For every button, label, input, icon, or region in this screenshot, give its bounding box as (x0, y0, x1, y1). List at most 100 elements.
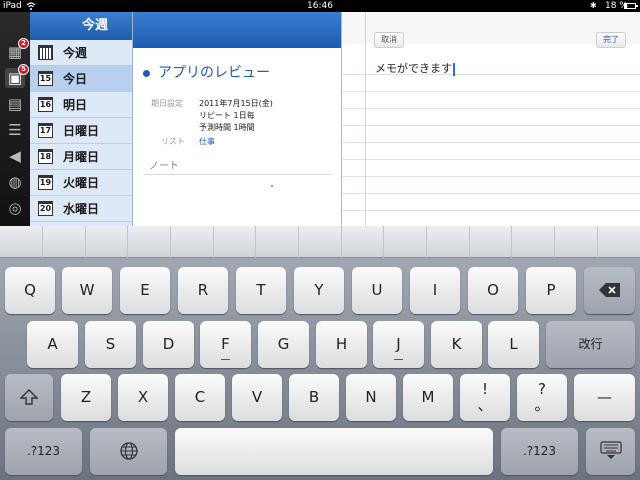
key-t[interactable]: T (236, 267, 286, 314)
task-detail-panel: アプリのレビュー 期日設定 2011年7月15日(金) リピート 1日毎 予測時… (133, 12, 341, 226)
compass-icon[interactable]: ◎ (5, 198, 25, 218)
day-label: 月曜日 (63, 150, 100, 164)
calendar-icon: 15 (38, 71, 53, 86)
return-key[interactable]: 改行 (546, 321, 635, 368)
key-u[interactable]: U (352, 267, 402, 314)
backspace-icon (598, 283, 620, 297)
status-bar: iPad 16:46 ✱ 18 % (0, 0, 640, 12)
day-label: 火曜日 (63, 176, 100, 190)
nav-rail: ▦ 2 ▣ 5 ▤ ☰ ◀ ◍ ◎ (0, 12, 30, 226)
done-button[interactable]: 完了 (596, 32, 626, 48)
key-bottom-label: 、 (477, 396, 493, 414)
key-p[interactable]: P (526, 267, 576, 314)
day-item-monday[interactable]: 18 月曜日 (30, 144, 132, 170)
calendar-icon[interactable]: ▤ (5, 94, 25, 114)
calendar-icon: 18 (38, 149, 53, 164)
day-item-wednesday[interactable]: 20 水曜日 (30, 196, 132, 222)
keyboard: Q W E R T Y U I O P A S D F G H J K L 改行… (0, 226, 640, 480)
key-s[interactable]: S (85, 321, 136, 368)
key-question[interactable]: ? 。 (517, 374, 567, 421)
shift-key[interactable] (5, 374, 53, 421)
memo-textarea[interactable] (342, 58, 640, 226)
hide-keyboard-key[interactable] (586, 428, 635, 475)
calendar-icon: 20 (38, 201, 53, 216)
key-l[interactable]: L (488, 321, 539, 368)
key-k[interactable]: K (431, 321, 482, 368)
task-detail-header (133, 12, 341, 48)
key-top-label: ? (538, 380, 546, 398)
key-v[interactable]: V (232, 374, 282, 421)
home-row-marker (373, 359, 424, 360)
estimate-value[interactable]: 予測時間 1時間 (199, 122, 255, 133)
calendar-icon: 16 (38, 97, 53, 112)
key-z[interactable]: Z (61, 374, 111, 421)
text-caret (453, 62, 455, 76)
priority-dot-icon (143, 69, 150, 77)
key-i[interactable]: I (410, 267, 460, 314)
key-w[interactable]: W (62, 267, 112, 314)
key-r[interactable]: R (178, 267, 228, 314)
calendar-week-icon[interactable]: ▦ 2 (5, 38, 29, 62)
key-exclamation[interactable]: ! 、 (460, 374, 510, 421)
shift-icon (19, 389, 39, 405)
badge: 2 (18, 38, 29, 49)
repeat-value[interactable]: リピート 1日毎 (199, 110, 255, 121)
task-title-text: アプリのレビュー (158, 65, 270, 81)
key-f[interactable]: F (200, 321, 251, 368)
key-h[interactable]: H (316, 321, 367, 368)
badge: 5 (18, 64, 29, 75)
key-top-label: ! (481, 380, 488, 398)
key-dash[interactable]: — (574, 374, 635, 421)
list-value[interactable]: 仕事 (199, 136, 215, 147)
day-item-tomorrow[interactable]: 16 明日 (30, 92, 132, 118)
memo-text-value: メモができます (375, 62, 452, 75)
globe-key[interactable] (90, 428, 167, 475)
divider (271, 185, 273, 187)
key-y[interactable]: Y (294, 267, 344, 314)
list-icon[interactable]: ☰ (5, 120, 25, 140)
cancel-button[interactable]: 取消 (374, 32, 404, 48)
day-item-today[interactable]: 15 今日 (30, 66, 132, 92)
day-label: 明日 (63, 98, 88, 112)
day-item-tuesday[interactable]: 19 火曜日 (30, 170, 132, 196)
memo-text[interactable]: メモができます (375, 60, 455, 76)
task-title[interactable]: アプリのレビュー (143, 62, 270, 82)
key-label: J (396, 335, 401, 353)
key-n[interactable]: N (346, 374, 396, 421)
battery-icon (624, 3, 638, 9)
numbers-key-right[interactable]: .?123 (501, 428, 578, 475)
key-d[interactable]: D (143, 321, 194, 368)
margin-line (365, 12, 366, 226)
globe-icon[interactable]: ◍ (5, 172, 25, 192)
calendar-icon: 17 (38, 123, 53, 138)
key-x[interactable]: X (118, 374, 168, 421)
app-window: ▦ 2 ▣ 5 ▤ ☰ ◀ ◍ ◎ 今週 今週 15 今日 16 明日 17 日… (0, 12, 640, 226)
day-label: 水曜日 (63, 202, 100, 216)
tag-icon[interactable]: ◀ (5, 146, 25, 166)
space-key[interactable] (175, 428, 493, 475)
due-value[interactable]: 2011年7月15日(金) (199, 98, 273, 109)
key-g[interactable]: G (258, 321, 309, 368)
key-m[interactable]: M (403, 374, 453, 421)
day-label: 日曜日 (63, 124, 100, 138)
calendar-grid-icon (38, 45, 53, 60)
key-a[interactable]: A (27, 321, 78, 368)
key-j[interactable]: J (373, 321, 424, 368)
day-item-this-week[interactable]: 今週 (30, 40, 132, 66)
key-c[interactable]: C (175, 374, 225, 421)
key-q[interactable]: Q (5, 267, 55, 314)
key-e[interactable]: E (120, 267, 170, 314)
bluetooth-icon: ✱ (590, 1, 597, 10)
due-label: 期日設定 (151, 99, 183, 108)
calendar-today-icon[interactable]: ▣ 5 (5, 64, 29, 88)
globe-icon (119, 442, 138, 460)
key-b[interactable]: B (289, 374, 339, 421)
keyboard-hide-icon (599, 441, 622, 459)
numbers-key-left[interactable]: .?123 (5, 428, 82, 475)
calendar-icon: 19 (38, 175, 53, 190)
day-item-sunday[interactable]: 17 日曜日 (30, 118, 132, 144)
day-label: 今日 (63, 72, 88, 86)
key-o[interactable]: O (468, 267, 518, 314)
divider (143, 174, 333, 175)
backspace-key[interactable] (584, 267, 635, 314)
